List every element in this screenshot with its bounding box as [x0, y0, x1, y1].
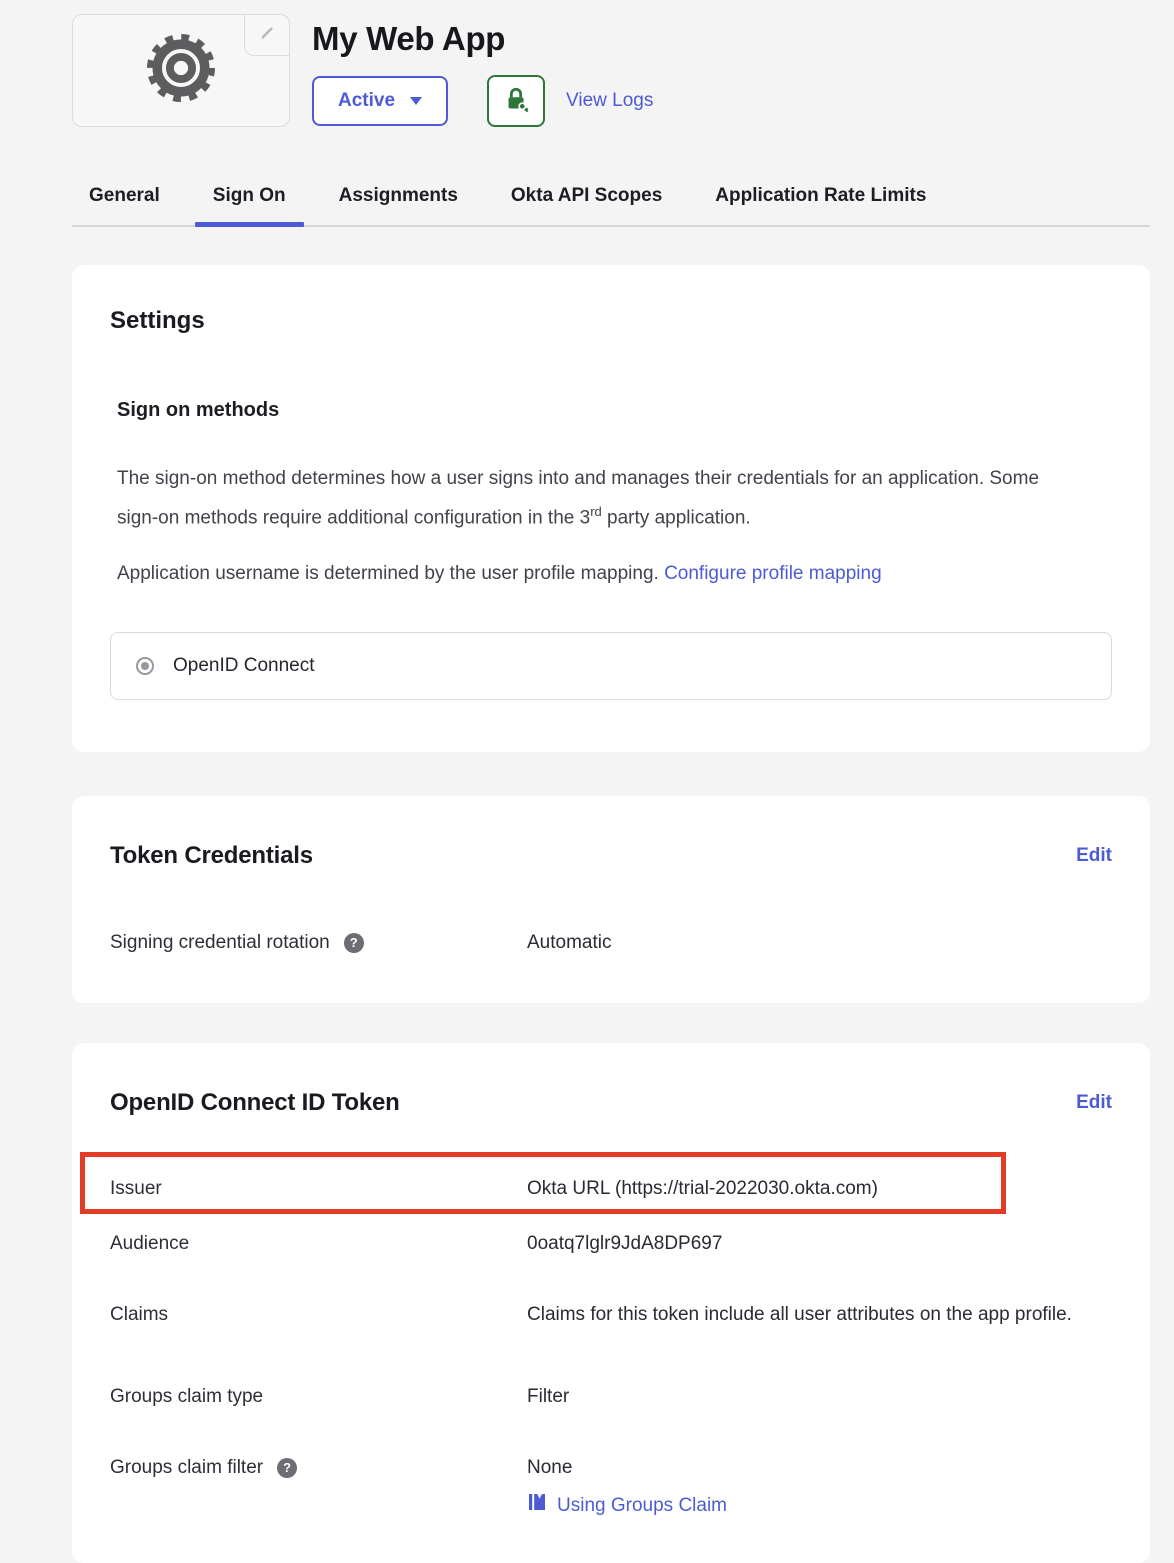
app-header: My Web App Active View Logs: [72, 0, 1174, 127]
issuer-value: Okta URL (https://trial-2022030.okta.com…: [527, 1176, 1112, 1201]
groups-claim-filter-row: Groups claim filter ? None Using Groups …: [110, 1455, 1112, 1519]
openid-connect-label: OpenID Connect: [173, 655, 315, 677]
lock-key-icon: [501, 84, 531, 119]
issuer-label: Issuer: [110, 1176, 527, 1201]
groups-claim-type-row: Groups claim type Filter: [110, 1384, 1112, 1409]
claims-label: Claims: [110, 1302, 527, 1327]
sign-on-description: The sign-on method determines how a user…: [117, 462, 1072, 534]
token-credentials-card: Token Credentials Edit Signing credentia…: [72, 796, 1150, 1003]
using-groups-claim-label: Using Groups Claim: [557, 1493, 727, 1518]
tab-okta-api-scopes[interactable]: Okta API Scopes: [511, 185, 662, 225]
claims-row: Claims Claims for this token include all…: [110, 1302, 1112, 1334]
gear-icon: [143, 30, 219, 111]
claims-value: Claims for this token include all user a…: [527, 1296, 1112, 1334]
tab-assignments[interactable]: Assignments: [339, 185, 458, 225]
help-icon[interactable]: ?: [344, 933, 364, 953]
settings-title: Settings: [110, 307, 1112, 335]
status-dropdown-button[interactable]: Active: [312, 76, 448, 126]
tab-sign-on[interactable]: Sign On: [213, 185, 286, 225]
username-mapping-text: Application username is determined by th…: [117, 557, 1072, 590]
app-tabs: General Sign On Assignments Okta API Sco…: [72, 185, 1150, 227]
issuer-row: Issuer Okta URL (https://trial-2022030.o…: [110, 1176, 1112, 1201]
token-credentials-title: Token Credentials: [110, 842, 313, 870]
help-icon[interactable]: ?: [277, 1458, 297, 1478]
sign-on-method-option: OpenID Connect: [110, 632, 1112, 700]
groups-claim-filter-value: None: [527, 1455, 1112, 1480]
signing-credential-rotation-label: Signing credential rotation: [110, 930, 330, 955]
groups-claim-filter-label: Groups claim filter: [110, 1455, 263, 1480]
id-token-card: OpenID Connect ID Token Edit Issuer Okta…: [72, 1043, 1150, 1563]
using-groups-claim-link[interactable]: Using Groups Claim: [527, 1492, 1112, 1519]
audience-row: Audience 0oatq7lglr9JdA8DP697: [110, 1231, 1112, 1256]
signing-credential-rotation-value: Automatic: [527, 930, 1112, 955]
id-token-title: OpenID Connect ID Token: [110, 1089, 400, 1117]
groups-claim-type-label: Groups claim type: [110, 1384, 527, 1409]
status-label: Active: [338, 90, 395, 112]
configure-profile-mapping-link[interactable]: Configure profile mapping: [664, 563, 882, 584]
token-credentials-edit-button[interactable]: Edit: [1076, 845, 1112, 867]
app-logo-box: [72, 14, 290, 127]
audience-label: Audience: [110, 1231, 527, 1256]
pencil-icon: [257, 23, 277, 48]
audience-value: 0oatq7lglr9JdA8DP697: [527, 1231, 1112, 1256]
tab-general[interactable]: General: [89, 185, 160, 225]
page-title: My Web App: [312, 20, 653, 58]
id-token-edit-button[interactable]: Edit: [1076, 1092, 1112, 1114]
book-icon: [527, 1492, 547, 1519]
sign-on-methods-title: Sign on methods: [117, 399, 1112, 422]
tab-application-rate-limits[interactable]: Application Rate Limits: [715, 185, 926, 225]
edit-logo-button[interactable]: [244, 14, 290, 56]
chevron-down-icon: [410, 97, 422, 105]
groups-claim-type-value: Filter: [527, 1384, 1112, 1409]
sign-on-policy-button[interactable]: [487, 75, 545, 127]
settings-card: Settings Sign on methods The sign-on met…: [72, 265, 1150, 752]
signing-credential-rotation-row: Signing credential rotation ? Automatic: [110, 930, 1112, 955]
view-logs-link[interactable]: View Logs: [566, 90, 653, 112]
openid-connect-radio[interactable]: [136, 657, 154, 675]
